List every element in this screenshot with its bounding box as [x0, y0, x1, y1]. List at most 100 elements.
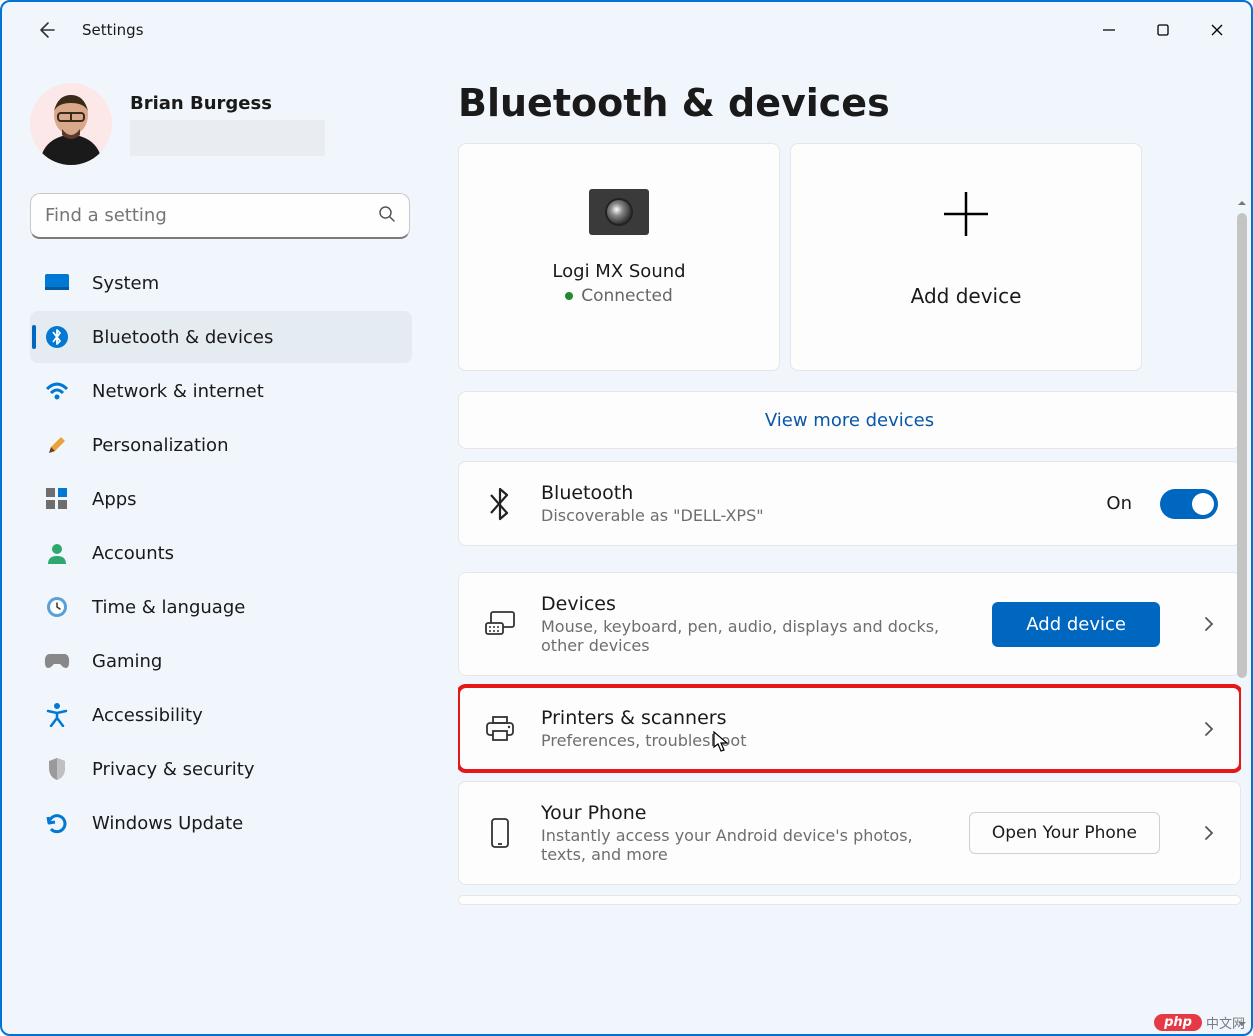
minimize-button[interactable] — [1083, 10, 1135, 50]
printers-panel[interactable]: Printers & scanners Preferences, trouble… — [458, 686, 1241, 771]
bluetooth-glyph-icon — [481, 487, 519, 521]
printer-icon — [481, 716, 519, 742]
add-device-card[interactable]: Add device — [790, 143, 1142, 371]
sidebar-item-accessibility[interactable]: Accessibility — [30, 689, 412, 741]
search-input[interactable] — [30, 193, 410, 239]
window-title: Settings — [82, 21, 144, 39]
open-your-phone-button[interactable]: Open Your Phone — [969, 812, 1160, 854]
nav-label: Accounts — [92, 543, 174, 564]
vertical-scrollbar[interactable] — [1237, 213, 1247, 1014]
next-panel-peek[interactable] — [458, 895, 1241, 905]
update-icon — [44, 810, 70, 836]
printers-subtitle: Preferences, troubleshoot — [541, 731, 1178, 750]
nav-label: Accessibility — [92, 705, 203, 726]
sidebar-item-privacy[interactable]: Privacy & security — [30, 743, 412, 795]
device-cards-row: Logi MX Sound Connected Add device — [458, 143, 1241, 371]
sidebar-item-windows-update[interactable]: Windows Update — [30, 797, 412, 849]
sidebar-item-gaming[interactable]: Gaming — [30, 635, 412, 687]
window-controls — [1083, 10, 1243, 50]
search-box — [30, 193, 410, 239]
devices-icon — [481, 611, 519, 637]
bluetooth-subtitle: Discoverable as "DELL-XPS" — [541, 506, 1084, 525]
search-icon — [378, 205, 396, 227]
view-more-devices-link[interactable]: View more devices — [458, 391, 1241, 449]
nav-label: Windows Update — [92, 813, 243, 834]
watermark-text: 中文网 — [1206, 1013, 1245, 1032]
bluetooth-toggle[interactable] — [1160, 489, 1218, 519]
settings-window: Settings — [0, 0, 1253, 1036]
plus-icon — [938, 186, 994, 246]
add-device-button[interactable]: Add device — [992, 602, 1160, 647]
nav-label: Apps — [92, 489, 137, 510]
device-status: Connected — [565, 286, 673, 306]
back-button[interactable] — [30, 20, 62, 40]
gaming-icon — [44, 648, 70, 674]
sidebar: Brian Burgess System Bluetooth & devices — [2, 57, 422, 1034]
devices-panel[interactable]: Devices Mouse, keyboard, pen, audio, dis… — [458, 572, 1241, 676]
watermark: php 中文网 — [1154, 1013, 1245, 1032]
nav-label: System — [92, 273, 159, 294]
settings-group: Devices Mouse, keyboard, pen, audio, dis… — [458, 572, 1241, 911]
scroll-thumb[interactable] — [1237, 213, 1247, 678]
sidebar-item-personalization[interactable]: Personalization — [30, 419, 412, 471]
nav-label: Time & language — [92, 597, 245, 618]
accessibility-icon — [44, 702, 70, 728]
privacy-icon — [44, 756, 70, 782]
phone-title: Your Phone — [541, 802, 947, 824]
user-email-placeholder — [130, 120, 325, 156]
apps-icon — [44, 486, 70, 512]
your-phone-panel[interactable]: Your Phone Instantly access your Android… — [458, 781, 1241, 885]
time-icon — [44, 594, 70, 620]
maximize-icon — [1156, 23, 1170, 37]
sidebar-item-bluetooth[interactable]: Bluetooth & devices — [30, 311, 412, 363]
phone-icon — [481, 818, 519, 848]
system-icon — [44, 270, 70, 296]
chevron-right-icon — [1200, 824, 1218, 842]
bluetooth-title: Bluetooth — [541, 482, 1084, 504]
devices-title: Devices — [541, 593, 970, 615]
avatar-image — [30, 83, 112, 165]
network-icon — [44, 378, 70, 404]
page-title: Bluetooth & devices — [458, 81, 1241, 125]
nav-list: System Bluetooth & devices Network & int… — [30, 257, 412, 849]
nav-label: Bluetooth & devices — [92, 327, 273, 348]
nav-label: Gaming — [92, 651, 162, 672]
user-name: Brian Burgess — [130, 93, 325, 114]
close-icon — [1210, 23, 1224, 37]
sidebar-item-apps[interactable]: Apps — [30, 473, 412, 525]
device-card[interactable]: Logi MX Sound Connected — [458, 143, 780, 371]
nav-label: Personalization — [92, 435, 228, 456]
close-button[interactable] — [1191, 10, 1243, 50]
scroll-up-icon — [1236, 197, 1248, 209]
nav-label: Privacy & security — [92, 759, 255, 780]
nav-label: Network & internet — [92, 381, 264, 402]
maximize-button[interactable] — [1137, 10, 1189, 50]
user-info: Brian Burgess — [130, 93, 325, 156]
watermark-brand: php — [1154, 1014, 1202, 1031]
personalization-icon — [44, 432, 70, 458]
main-pane: Bluetooth & devices Logi MX Sound Connec… — [422, 57, 1251, 1034]
device-name: Logi MX Sound — [552, 261, 685, 282]
sidebar-item-time-language[interactable]: Time & language — [30, 581, 412, 633]
phone-subtitle: Instantly access your Android device's p… — [541, 826, 947, 864]
content-scroll[interactable]: Logi MX Sound Connected Add device View … — [458, 143, 1241, 1026]
user-profile[interactable]: Brian Burgess — [30, 77, 412, 189]
chevron-right-icon — [1200, 720, 1218, 738]
avatar — [30, 83, 112, 165]
minimize-icon — [1102, 23, 1116, 37]
speaker-icon — [589, 189, 649, 235]
bluetooth-state-label: On — [1106, 493, 1132, 514]
sidebar-item-accounts[interactable]: Accounts — [30, 527, 412, 579]
printers-title: Printers & scanners — [541, 707, 1178, 729]
titlebar: Settings — [2, 2, 1251, 57]
sidebar-item-system[interactable]: System — [30, 257, 412, 309]
view-more-label: View more devices — [765, 410, 934, 431]
devices-subtitle: Mouse, keyboard, pen, audio, displays an… — [541, 617, 970, 655]
bluetooth-icon — [44, 324, 70, 350]
accounts-icon — [44, 540, 70, 566]
arrow-left-icon — [36, 20, 56, 40]
chevron-right-icon — [1200, 615, 1218, 633]
bluetooth-panel: Bluetooth Discoverable as "DELL-XPS" On — [458, 461, 1241, 546]
add-device-label: Add device — [911, 284, 1022, 308]
sidebar-item-network[interactable]: Network & internet — [30, 365, 412, 417]
